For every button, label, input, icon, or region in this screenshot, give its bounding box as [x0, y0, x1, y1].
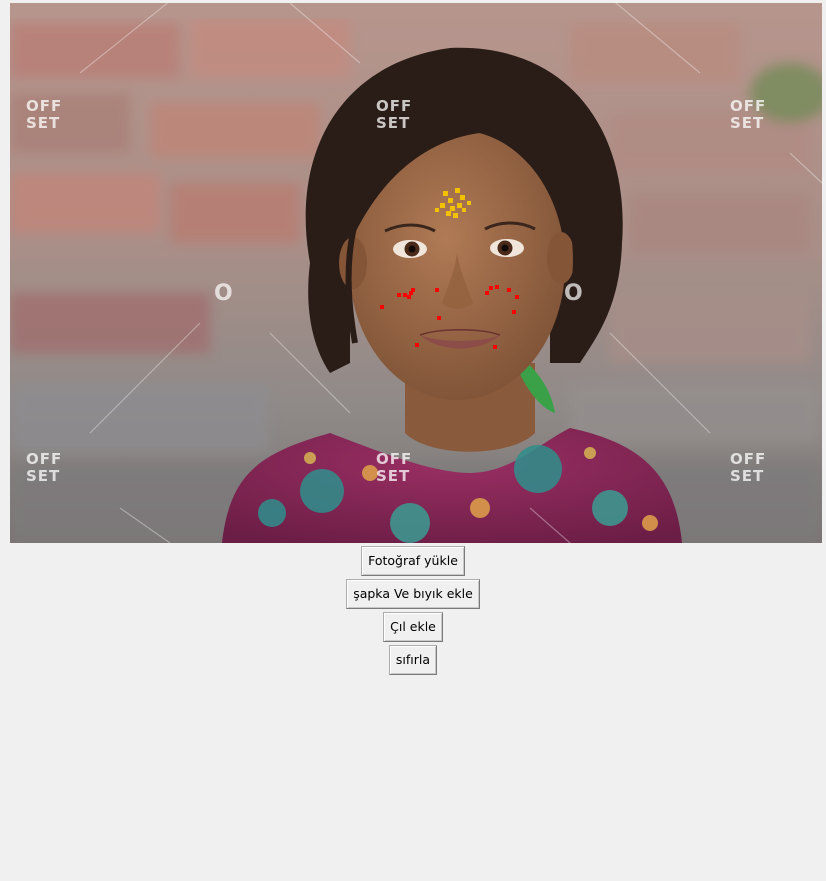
add-hat-mustache-button[interactable]: şapka Ve bıyık ekle: [346, 579, 480, 609]
watermark-o-left: O: [214, 281, 233, 306]
watermark-top-left: OFFSET: [26, 97, 63, 132]
upload-photo-button[interactable]: Fotoğraf yükle: [361, 546, 465, 576]
button-stack: Fotoğraf yükle şapka Ve bıyık ekle Çıl e…: [0, 546, 826, 678]
watermark-o-right: O: [564, 281, 583, 306]
watermark-bottom-center: OFFSET: [376, 450, 413, 485]
reset-button[interactable]: sıfırla: [388, 645, 438, 675]
photo-canvas: OFFSET OFFSET OFFSET OFFSET OFFSET OFFSE…: [10, 3, 822, 543]
app-window: OFFSET OFFSET OFFSET OFFSET OFFSET OFFSE…: [0, 0, 826, 881]
watermark-bottom-right: OFFSET: [730, 450, 767, 485]
add-freckles-button[interactable]: Çıl ekle: [383, 612, 443, 642]
watermark-top-right: OFFSET: [730, 97, 767, 132]
watermark-bottom-left: OFFSET: [26, 450, 63, 485]
watermark-top-center: OFFSET: [376, 97, 413, 132]
